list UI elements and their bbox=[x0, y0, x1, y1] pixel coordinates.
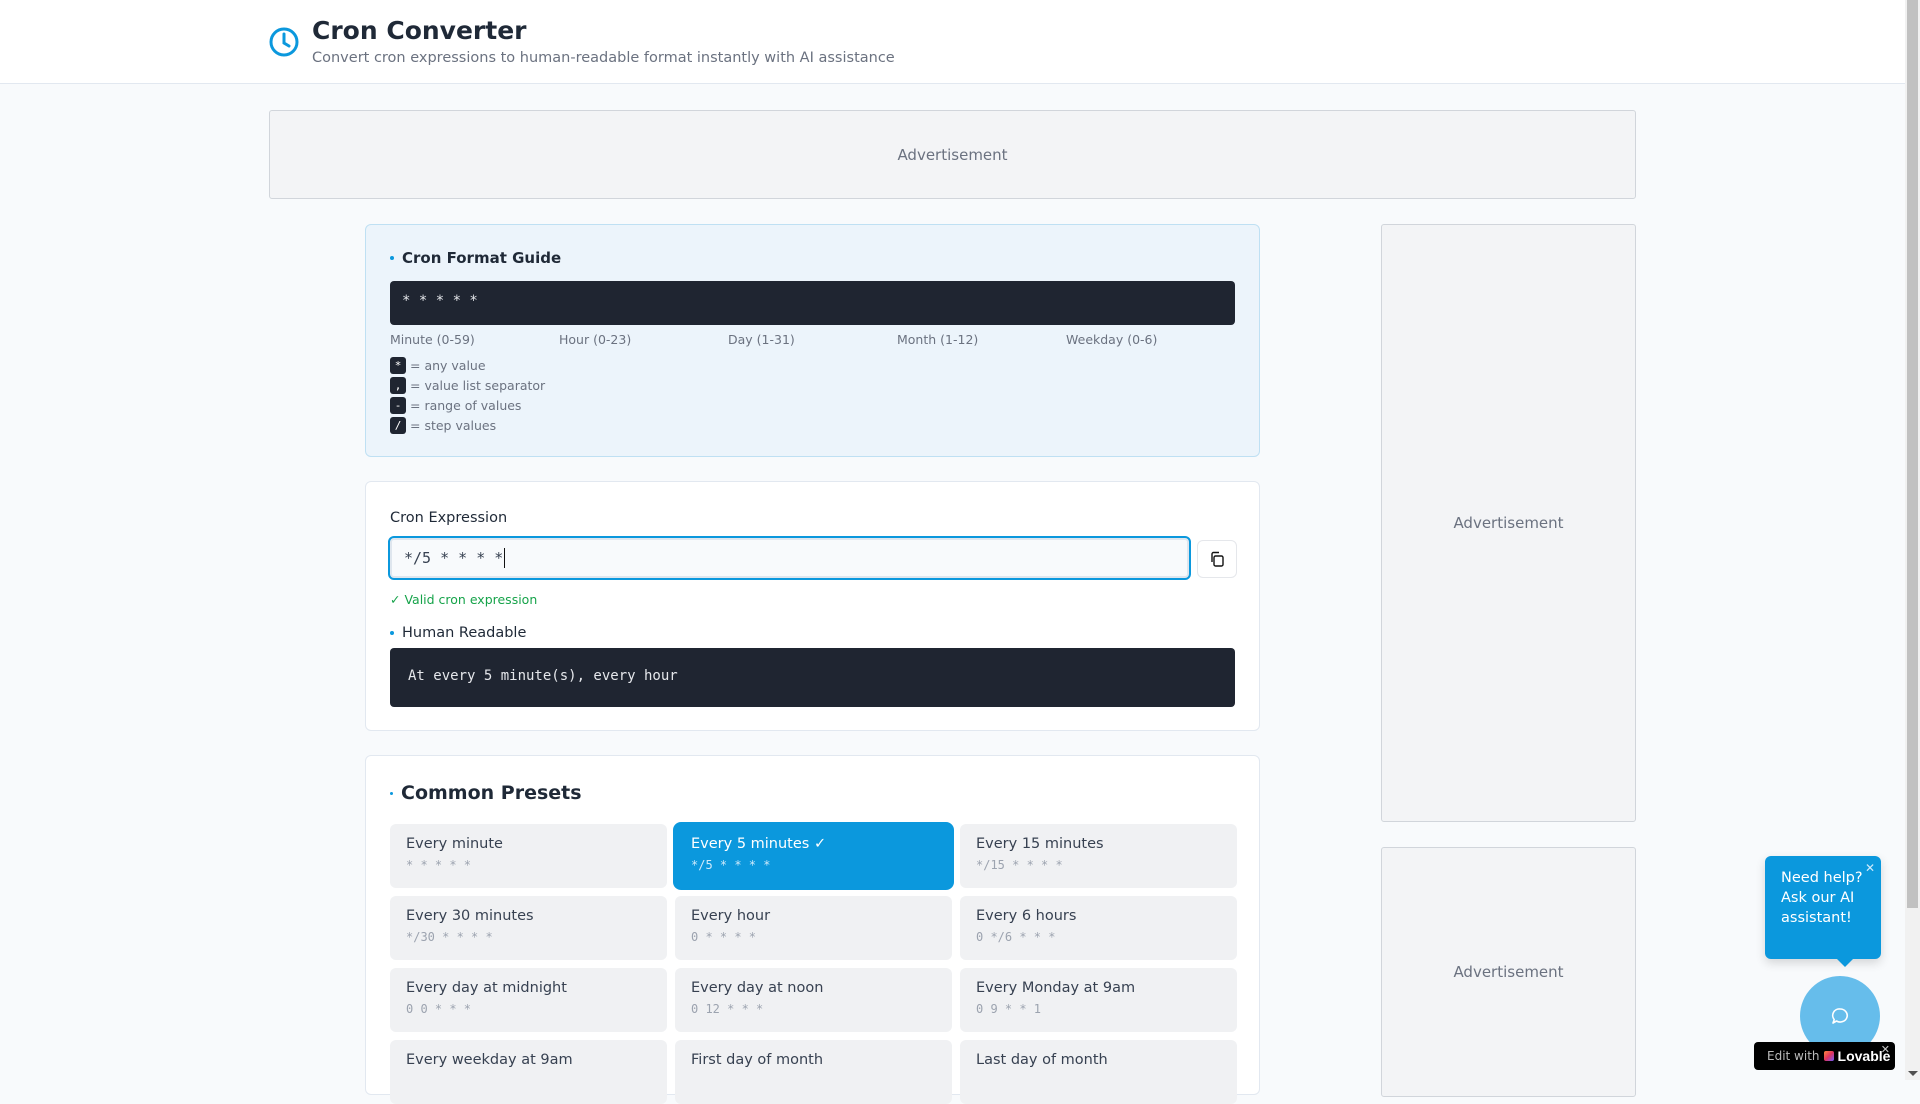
copy-button[interactable] bbox=[1197, 540, 1237, 578]
validation-text: Valid cron expression bbox=[404, 592, 538, 607]
preset-name: Every 15 minutes bbox=[976, 836, 1104, 852]
ad-banner-top[interactable]: Advertisement bbox=[269, 110, 1636, 199]
bullet-icon bbox=[390, 631, 394, 635]
legend-key: * bbox=[390, 356, 406, 374]
bullet-icon bbox=[390, 791, 393, 795]
badge-prefix: Edit with bbox=[1767, 1049, 1820, 1063]
preset-cron: * * * * * bbox=[406, 858, 472, 872]
field-month: Month (1-12) bbox=[897, 332, 979, 347]
human-readable-output: At every 5 minute(s), every hour bbox=[390, 648, 1235, 707]
preset-name: Last day of month bbox=[976, 1052, 1108, 1068]
scrollbar-thumb[interactable] bbox=[1907, 0, 1918, 908]
preset-cron: */15 * * * * bbox=[976, 858, 1063, 872]
presets-heading: Common Presets bbox=[390, 782, 582, 804]
cron-format-guide: Cron Format Guide * * * * * Minute (0-59… bbox=[365, 224, 1260, 457]
validation-status: ✓ Valid cron expression bbox=[390, 592, 537, 607]
ad-label: Advertisement bbox=[1453, 514, 1564, 532]
cron-expression-card: Cron Expression */5 * * * * ✓ Valid cron… bbox=[365, 481, 1260, 731]
input-value: */5 * * * * bbox=[404, 549, 504, 567]
guide-pattern: * * * * * bbox=[390, 281, 1235, 325]
lovable-heart-icon bbox=[1823, 1051, 1834, 1061]
preset-first-day-of-month[interactable]: First day of month bbox=[675, 1040, 952, 1104]
preset-name: Every minute bbox=[406, 836, 503, 852]
guide-heading: Cron Format Guide bbox=[390, 249, 561, 267]
readable-heading: Human Readable bbox=[390, 625, 526, 641]
field-day: Day (1-31) bbox=[728, 332, 795, 347]
clock-icon bbox=[269, 27, 299, 57]
scroll-down-arrow-icon[interactable] bbox=[1908, 1071, 1918, 1076]
bullet-icon bbox=[390, 256, 394, 260]
legend-text: = range of values bbox=[410, 397, 522, 413]
preset-name: Every Monday at 9am bbox=[976, 980, 1136, 996]
ad-label: Advertisement bbox=[897, 145, 1008, 164]
close-icon[interactable]: ✕ bbox=[1865, 858, 1875, 878]
cron-expression-label: Cron Expression bbox=[390, 510, 508, 526]
common-presets-card: Common Presets Every minute * * * * * Ever… bbox=[365, 755, 1260, 1104]
page-title: Cron Converter bbox=[312, 16, 527, 45]
preset-name: First day of month bbox=[691, 1052, 824, 1068]
preset-every-5-minutes[interactable]: Every 5 minutes ✓ */5 * * * * bbox=[675, 824, 952, 888]
scrollbar[interactable] bbox=[1905, 0, 1920, 1080]
preset-cron: */5 * * * * bbox=[691, 858, 771, 872]
app-header: Cron Converter Convert cron expressions … bbox=[0, 0, 1905, 84]
ad-sidebar-2[interactable]: Advertisement bbox=[1381, 847, 1636, 1097]
legend-text: = any value bbox=[410, 357, 486, 373]
preset-cron: 0 */6 * * * bbox=[976, 930, 1056, 944]
preset-cron: 0 12 * * * bbox=[691, 1002, 764, 1016]
preset-cron: 0 0 * * * bbox=[406, 1002, 472, 1016]
legend-key: - bbox=[390, 396, 406, 414]
legend-item: * = any value bbox=[390, 355, 545, 375]
preset-last-day-of-month[interactable]: Last day of month bbox=[960, 1040, 1237, 1104]
preset-name: Every hour bbox=[691, 908, 771, 924]
chat-tooltip: Need help? Ask our AI assistant! ✕ bbox=[1765, 856, 1881, 967]
preset-every-weekday-at-9am[interactable]: Every weekday at 9am bbox=[390, 1040, 667, 1104]
preset-every-monday-at-9am[interactable]: Every Monday at 9am 0 9 * * 1 bbox=[960, 968, 1237, 1032]
close-icon[interactable]: ✕ bbox=[1881, 1043, 1890, 1056]
text-caret bbox=[504, 548, 506, 568]
preset-every-day-at-midnight[interactable]: Every day at midnight 0 0 * * * bbox=[390, 968, 667, 1032]
preset-name: Every day at midnight bbox=[406, 980, 567, 996]
preset-cron: 0 9 * * 1 bbox=[976, 1002, 1042, 1016]
preset-every-minute[interactable]: Every minute * * * * * bbox=[390, 824, 667, 888]
legend-item: , = value list separator bbox=[390, 375, 545, 395]
preset-every-day-at-noon[interactable]: Every day at noon 0 12 * * * bbox=[675, 968, 952, 1032]
preset-every-6-hours[interactable]: Every 6 hours 0 */6 * * * bbox=[960, 896, 1237, 960]
ad-sidebar-1[interactable]: Advertisement bbox=[1381, 224, 1636, 822]
page-subtitle: Convert cron expressions to human-readab… bbox=[312, 50, 895, 66]
presets-title: Common Presets bbox=[401, 782, 582, 804]
preset-every-15-minutes[interactable]: Every 15 minutes */15 * * * * bbox=[960, 824, 1237, 888]
preset-name: Every 5 minutes ✓ bbox=[691, 836, 827, 852]
preset-name: Every day at noon bbox=[691, 980, 824, 996]
guide-legend: * = any value , = value list separator - = … bbox=[390, 355, 545, 435]
preset-every-30-minutes[interactable]: Every 30 minutes */30 * * * * bbox=[390, 896, 667, 960]
ad-label: Advertisement bbox=[1453, 963, 1564, 981]
guide-fields: Minute (0-59) Hour (0-23) Day (1-31) Mon… bbox=[390, 332, 1235, 347]
tooltip-text: Need help? Ask our AI assistant! bbox=[1781, 870, 1863, 926]
legend-key: , bbox=[390, 376, 406, 394]
presets-grid: Every minute * * * * * Every 5 minutes ✓ */… bbox=[390, 824, 1237, 1104]
preset-cron: 0 * * * * bbox=[691, 930, 757, 944]
legend-item: - = range of values bbox=[390, 395, 545, 415]
cron-expression-input[interactable]: */5 * * * * bbox=[388, 536, 1191, 580]
chat-bubble-icon bbox=[1831, 1008, 1849, 1024]
preset-name: Every 6 hours bbox=[976, 908, 1077, 924]
field-minute: Minute (0-59) bbox=[390, 332, 475, 347]
check-icon: ✓ bbox=[390, 592, 405, 607]
field-weekday: Weekday (0-6) bbox=[1066, 332, 1158, 347]
legend-text: = step values bbox=[410, 417, 497, 433]
preset-name: Every weekday at 9am bbox=[406, 1052, 573, 1068]
guide-title: Cron Format Guide bbox=[402, 249, 562, 267]
edit-with-lovable-badge[interactable]: Edit with Lovable ✕ bbox=[1754, 1042, 1895, 1070]
field-hour: Hour (0-23) bbox=[559, 332, 632, 347]
readable-label: Human Readable bbox=[402, 625, 527, 641]
legend-text: = value list separator bbox=[410, 377, 546, 393]
legend-key: / bbox=[390, 416, 406, 434]
preset-name: Every 30 minutes bbox=[406, 908, 534, 924]
copy-icon bbox=[1211, 551, 1224, 567]
preset-every-hour[interactable]: Every hour 0 * * * * bbox=[675, 896, 952, 960]
legend-item: / = step values bbox=[390, 415, 545, 435]
preset-cron: */30 * * * * bbox=[406, 930, 493, 944]
